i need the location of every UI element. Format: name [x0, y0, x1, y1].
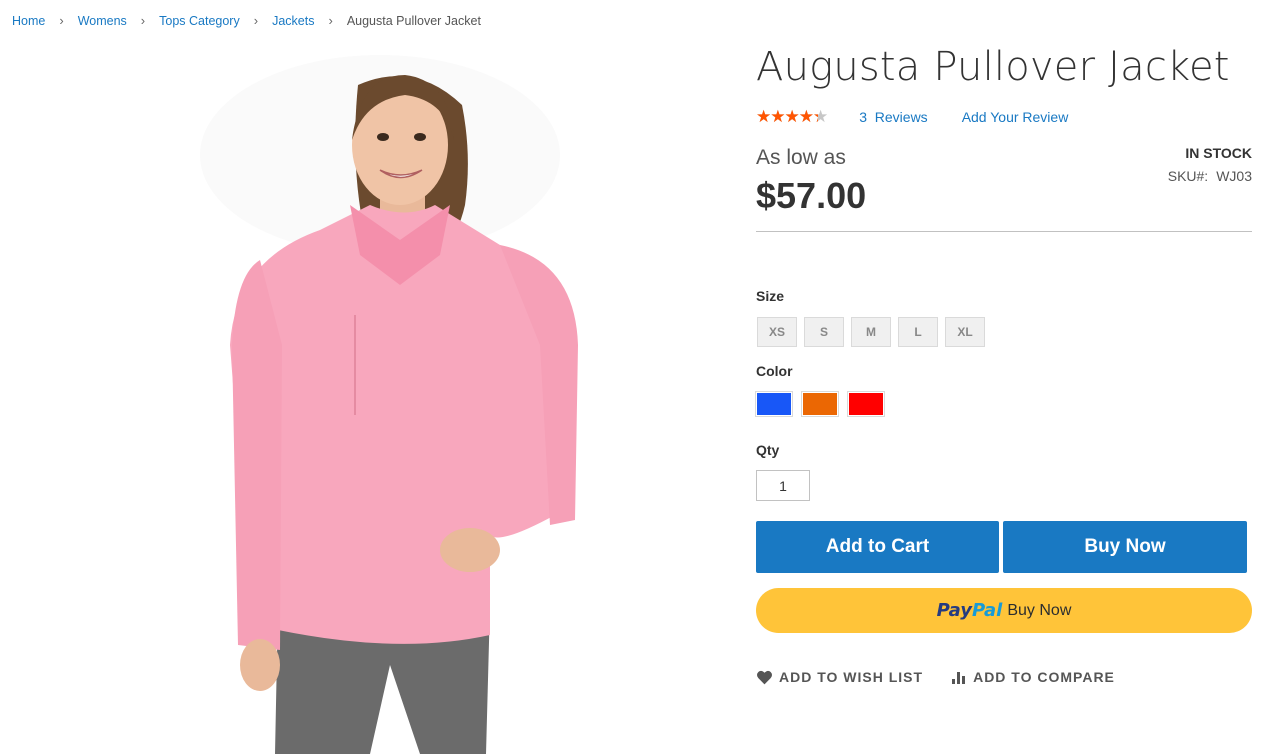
buy-now-button[interactable]: Buy Now	[1003, 521, 1247, 573]
qty-input[interactable]	[756, 470, 810, 501]
size-option-s[interactable]: S	[804, 317, 844, 347]
chevron-right-icon: ›	[59, 13, 64, 28]
size-option-m[interactable]: M	[851, 317, 891, 347]
add-to-compare-link[interactable]: ADD TO COMPARE	[951, 669, 1115, 685]
breadcrumb-womens[interactable]: Womens	[78, 14, 127, 28]
star-rating-fill: ★★★★★	[756, 108, 818, 125]
product-price: $57.00	[756, 175, 867, 216]
star-rating: ★★★★★ ★★★★★	[756, 108, 828, 125]
color-label: Color	[756, 363, 793, 379]
breadcrumb-jackets[interactable]: Jackets	[272, 14, 314, 28]
size-option-xs[interactable]: XS	[757, 317, 797, 347]
breadcrumb: Home › Womens › Tops Category › Jackets …	[12, 13, 481, 28]
size-option-xl[interactable]: XL	[945, 317, 985, 347]
chevron-right-icon: ›	[140, 13, 146, 28]
chevron-right-icon: ›	[328, 13, 333, 28]
color-swatch-red[interactable]	[847, 391, 885, 417]
paypal-buy-label: Buy Now	[1007, 601, 1072, 619]
size-label: Size	[756, 288, 785, 304]
add-to-cart-button[interactable]: Add to Cart	[756, 521, 999, 573]
color-options	[755, 391, 885, 417]
size-option-l[interactable]: L	[898, 317, 938, 347]
compare-label: ADD TO COMPARE	[973, 669, 1115, 685]
sku-value: WJ03	[1216, 168, 1252, 184]
qty-label: Qty	[756, 442, 780, 458]
price-label: As low as	[756, 146, 846, 169]
wishlist-label: ADD TO WISH LIST	[779, 669, 924, 685]
heart-icon	[757, 670, 772, 684]
reviews-label: Reviews	[874, 108, 928, 125]
breadcrumb-home[interactable]: Home	[12, 14, 45, 28]
color-swatch-blue[interactable]	[755, 391, 793, 417]
product-image[interactable]	[200, 45, 600, 754]
review-count: 3	[859, 108, 867, 125]
divider	[756, 231, 1252, 232]
paypal-buy-now-button[interactable]: PayPal Buy Now	[756, 588, 1252, 633]
stock-status: IN STOCK	[1185, 145, 1252, 161]
product-actions: ADD TO WISH LIST ADD TO COMPARE	[756, 669, 1115, 685]
breadcrumb-tops-category[interactable]: Tops Category	[159, 14, 240, 28]
size-options: XS S M L XL	[757, 317, 985, 347]
add-to-wishlist-link[interactable]: ADD TO WISH LIST	[756, 669, 923, 685]
sku-label: SKU#:	[1167, 168, 1209, 184]
sku: SKU#: WJ03	[1168, 168, 1252, 184]
reviews-link[interactable]: 3 Reviews	[859, 109, 927, 125]
bar-chart-icon	[952, 672, 966, 684]
paypal-logo: PayPal	[936, 600, 1003, 621]
add-review-link[interactable]: Add Your Review	[962, 109, 1069, 125]
page-title: Augusta Pullover Jacket	[756, 44, 1230, 90]
chevron-right-icon: ›	[253, 13, 259, 28]
model-photo	[200, 55, 578, 754]
color-swatch-orange[interactable]	[801, 391, 839, 417]
rating-summary: ★★★★★ ★★★★★ 3 Reviews Add Your Review	[756, 108, 1068, 125]
breadcrumb-current: Augusta Pullover Jacket	[346, 13, 481, 28]
